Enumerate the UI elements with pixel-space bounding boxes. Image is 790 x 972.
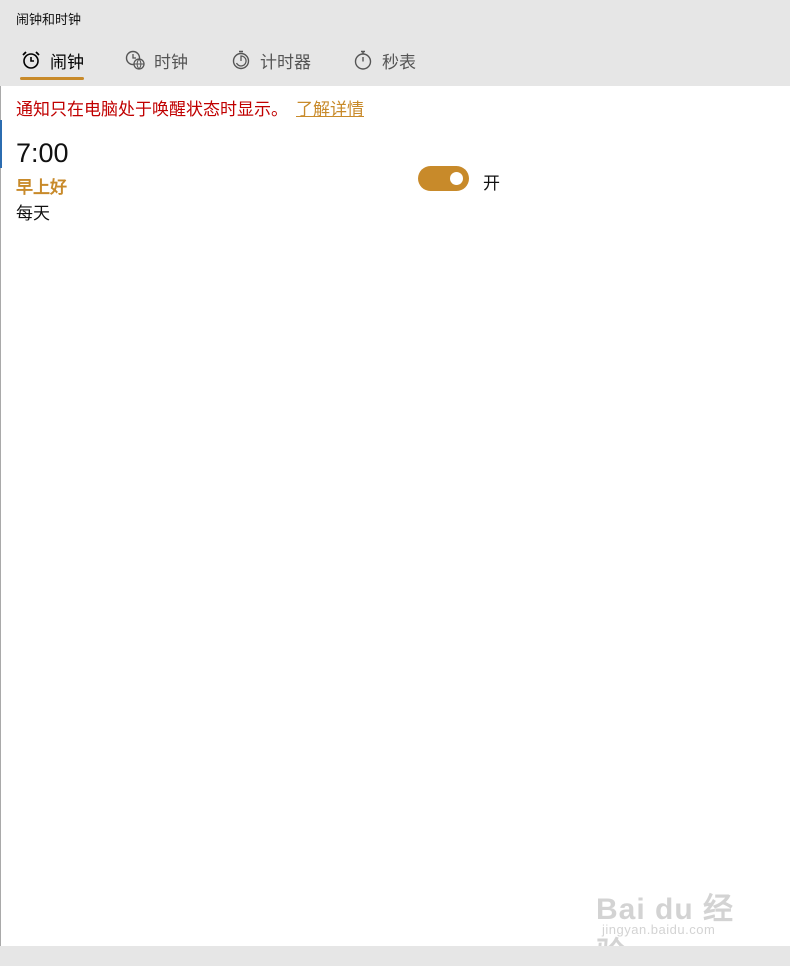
tab-stopwatch[interactable]: 秒表 bbox=[352, 34, 416, 86]
tab-alarm[interactable]: 闹钟 bbox=[20, 34, 84, 86]
baidu-watermark: Bai du 经验 jingyan.baidu.com bbox=[596, 878, 746, 970]
tab-alarm-label: 闹钟 bbox=[50, 52, 84, 73]
tab-world-clock-label: 时钟 bbox=[154, 52, 188, 73]
tab-active-indicator bbox=[20, 77, 84, 80]
tab-timer[interactable]: 计时器 bbox=[230, 34, 311, 86]
app-window: 闹钟和时钟 闹钟 时钟 计时器 秒表 通知只在电脑处于唤醒状态时显示。 了解详情… bbox=[0, 0, 790, 970]
notification-warning-text: 通知只在电脑处于唤醒状态时显示。 bbox=[16, 100, 288, 120]
window-title: 闹钟和时钟 bbox=[16, 13, 82, 28]
bottom-bar bbox=[0, 946, 790, 966]
tab-timer-label: 计时器 bbox=[260, 52, 311, 73]
alarm-toggle-switch[interactable] bbox=[418, 166, 469, 191]
timer-icon bbox=[230, 49, 252, 71]
alarm-item[interactable]: 7:00 早上好 每天 bbox=[16, 138, 69, 224]
alarm-clock-icon bbox=[20, 49, 42, 71]
world-clock-icon bbox=[124, 49, 146, 71]
watermark-url: jingyan.baidu.com bbox=[602, 922, 716, 937]
alarm-time: 7:00 bbox=[16, 138, 69, 168]
alarm-name: 早上好 bbox=[16, 178, 67, 198]
notification-warning: 通知只在电脑处于唤醒状态时显示。 了解详情 bbox=[16, 95, 364, 120]
tab-stopwatch-label: 秒表 bbox=[382, 52, 416, 73]
alarm-repeat: 每天 bbox=[16, 204, 50, 224]
alarm-toggle-label: 开 bbox=[483, 174, 500, 194]
window-left-accent bbox=[0, 120, 2, 168]
toggle-knob bbox=[450, 172, 463, 185]
learn-more-link[interactable]: 了解详情 bbox=[296, 100, 364, 120]
tab-world-clock[interactable]: 时钟 bbox=[124, 34, 188, 86]
stopwatch-icon bbox=[352, 49, 374, 71]
tab-bar: 闹钟 时钟 计时器 秒表 bbox=[0, 34, 790, 86]
title-bar[interactable]: 闹钟和时钟 bbox=[0, 0, 790, 34]
